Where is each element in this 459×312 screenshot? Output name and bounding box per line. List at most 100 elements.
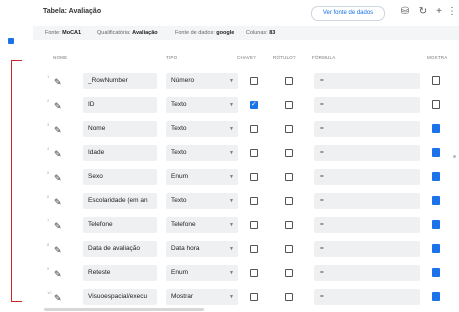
show-checkbox[interactable] xyxy=(432,76,440,85)
column-name-field[interactable]: Idade xyxy=(83,145,157,161)
formula-field[interactable]: = xyxy=(314,145,420,161)
column-name-field[interactable]: ID xyxy=(83,97,157,113)
label-checkbox[interactable] xyxy=(285,269,293,277)
formula-field[interactable]: = xyxy=(314,265,420,281)
red-bracket-annotation xyxy=(11,60,22,302)
column-name-field[interactable]: Sexo xyxy=(83,169,157,185)
label-checkbox[interactable] xyxy=(285,245,293,253)
column-name-field[interactable]: _RowNumber xyxy=(83,73,157,89)
type-value: Texto xyxy=(171,125,187,132)
formula-field[interactable]: = xyxy=(314,73,420,89)
column-type-select[interactable]: Texto ▼ xyxy=(166,193,238,209)
show-checkbox[interactable] xyxy=(432,268,440,277)
key-checkbox[interactable] xyxy=(250,269,258,277)
formula-field[interactable]: = xyxy=(314,289,420,305)
label-checkbox[interactable] xyxy=(285,197,293,205)
row-number: 5 xyxy=(47,170,50,175)
database-gear-icon[interactable]: ⛁ xyxy=(399,6,411,18)
label-checkbox[interactable] xyxy=(285,221,293,229)
column-name-field[interactable]: Escolaridade (em an xyxy=(83,193,157,209)
page-title: Tabela: Avaliação xyxy=(43,8,102,15)
table-row: 3 ✎ Nome Texto ▼ = xyxy=(44,120,459,140)
table-row: 7 ✎ Telefone Telefone ▼ = xyxy=(44,216,459,236)
row-number: 7 xyxy=(47,218,50,223)
chevron-down-icon: ▼ xyxy=(229,150,234,156)
show-checkbox[interactable] xyxy=(432,292,440,301)
key-checkbox[interactable] xyxy=(250,125,258,133)
add-icon[interactable]: + xyxy=(433,6,445,18)
column-type-select[interactable]: Data hora ▼ xyxy=(166,241,238,257)
column-type-select[interactable]: Texto ▼ xyxy=(166,97,238,113)
chevron-down-icon: ▼ xyxy=(229,78,234,84)
label-checkbox[interactable] xyxy=(285,101,293,109)
table-row: 4 ✎ Idade Texto ▼ = xyxy=(44,144,459,164)
label-checkbox[interactable] xyxy=(285,149,293,157)
column-name-field[interactable]: Telefone xyxy=(83,217,157,233)
key-checkbox[interactable] xyxy=(250,293,258,301)
formula-field[interactable]: = xyxy=(314,121,420,137)
type-value: Texto xyxy=(171,149,187,156)
edit-pencil-icon[interactable]: ✎ xyxy=(54,77,64,87)
key-checkbox[interactable] xyxy=(250,221,258,229)
show-checkbox[interactable] xyxy=(432,220,440,229)
column-type-select[interactable]: Enum ▼ xyxy=(166,169,238,185)
row-number: 6 xyxy=(47,194,50,199)
column-type-select[interactable]: Telefone ▼ xyxy=(166,217,238,233)
table-row: 8 ✎ Data de avaliação Data hora ▼ = xyxy=(44,240,459,260)
column-name-field[interactable]: Visuoespacial/execu xyxy=(83,289,157,305)
column-type-select[interactable]: Texto ▼ xyxy=(166,145,238,161)
show-checkbox[interactable] xyxy=(432,100,440,109)
show-checkbox[interactable] xyxy=(432,244,440,253)
column-name-field[interactable]: Data de avaliação xyxy=(83,241,157,257)
edit-pencil-icon[interactable]: ✎ xyxy=(54,245,64,255)
key-checkbox[interactable] xyxy=(250,173,258,181)
chevron-down-icon: ▼ xyxy=(229,198,234,204)
formula-field[interactable]: = xyxy=(314,241,420,257)
horizontal-scrollbar[interactable] xyxy=(44,308,204,311)
more-vert-icon[interactable]: ⋮ xyxy=(446,6,458,18)
key-checkbox[interactable] xyxy=(250,77,258,85)
edit-pencil-icon[interactable]: ✎ xyxy=(54,221,64,231)
key-checkbox[interactable] xyxy=(250,100,258,109)
column-type-select[interactable]: Enum ▼ xyxy=(166,265,238,281)
refresh-icon[interactable]: ↻ xyxy=(417,6,429,18)
edit-pencil-icon[interactable]: ✎ xyxy=(54,149,64,159)
label-checkbox[interactable] xyxy=(285,173,293,181)
show-checkbox[interactable] xyxy=(432,172,440,181)
datasource-info: Fonte de dados: google xyxy=(175,30,235,36)
label-checkbox[interactable] xyxy=(285,125,293,133)
show-checkbox[interactable] xyxy=(432,148,440,157)
formula-field[interactable]: = xyxy=(314,169,420,185)
type-value: Texto xyxy=(171,197,187,204)
col-header-show: MOSTRA xyxy=(427,55,448,60)
label-checkbox[interactable] xyxy=(285,293,293,301)
formula-field[interactable]: = xyxy=(314,97,420,113)
edit-pencil-icon[interactable]: ✎ xyxy=(54,101,64,111)
view-data-source-button[interactable]: Ver fonte de dados xyxy=(311,6,385,21)
edit-pencil-icon[interactable]: ✎ xyxy=(54,173,64,183)
table-row: 2 ✎ ID Texto ▼ = xyxy=(44,96,459,116)
column-name-field[interactable]: Nome xyxy=(83,121,157,137)
column-type-select[interactable]: Número ▼ xyxy=(166,73,238,89)
type-value: Enum xyxy=(171,173,188,180)
show-checkbox[interactable] xyxy=(432,196,440,205)
table-row: 6 ✎ Escolaridade (em an Texto ▼ = xyxy=(44,192,459,212)
edit-pencil-icon[interactable]: ✎ xyxy=(54,293,64,303)
type-value: Mostrar xyxy=(171,293,194,300)
edit-pencil-icon[interactable]: ✎ xyxy=(54,269,64,279)
column-type-select[interactable]: Mostrar ▼ xyxy=(166,289,238,305)
edit-pencil-icon[interactable]: ✎ xyxy=(54,125,64,135)
show-checkbox[interactable] xyxy=(432,124,440,133)
key-checkbox[interactable] xyxy=(250,245,258,253)
edit-pencil-icon[interactable]: ✎ xyxy=(54,197,64,207)
key-checkbox[interactable] xyxy=(250,197,258,205)
key-checkbox[interactable] xyxy=(250,149,258,157)
row-number: 10 xyxy=(47,290,52,295)
table-row: 5 ✎ Sexo Enum ▼ = xyxy=(44,168,459,188)
column-name-field[interactable]: Reteste xyxy=(83,265,157,281)
column-type-select[interactable]: Texto ▼ xyxy=(166,121,238,137)
formula-field[interactable]: = xyxy=(314,193,420,209)
formula-field[interactable]: = xyxy=(314,217,420,233)
label-checkbox[interactable] xyxy=(285,77,293,85)
columns-info: Colunas: 83 xyxy=(246,30,276,36)
